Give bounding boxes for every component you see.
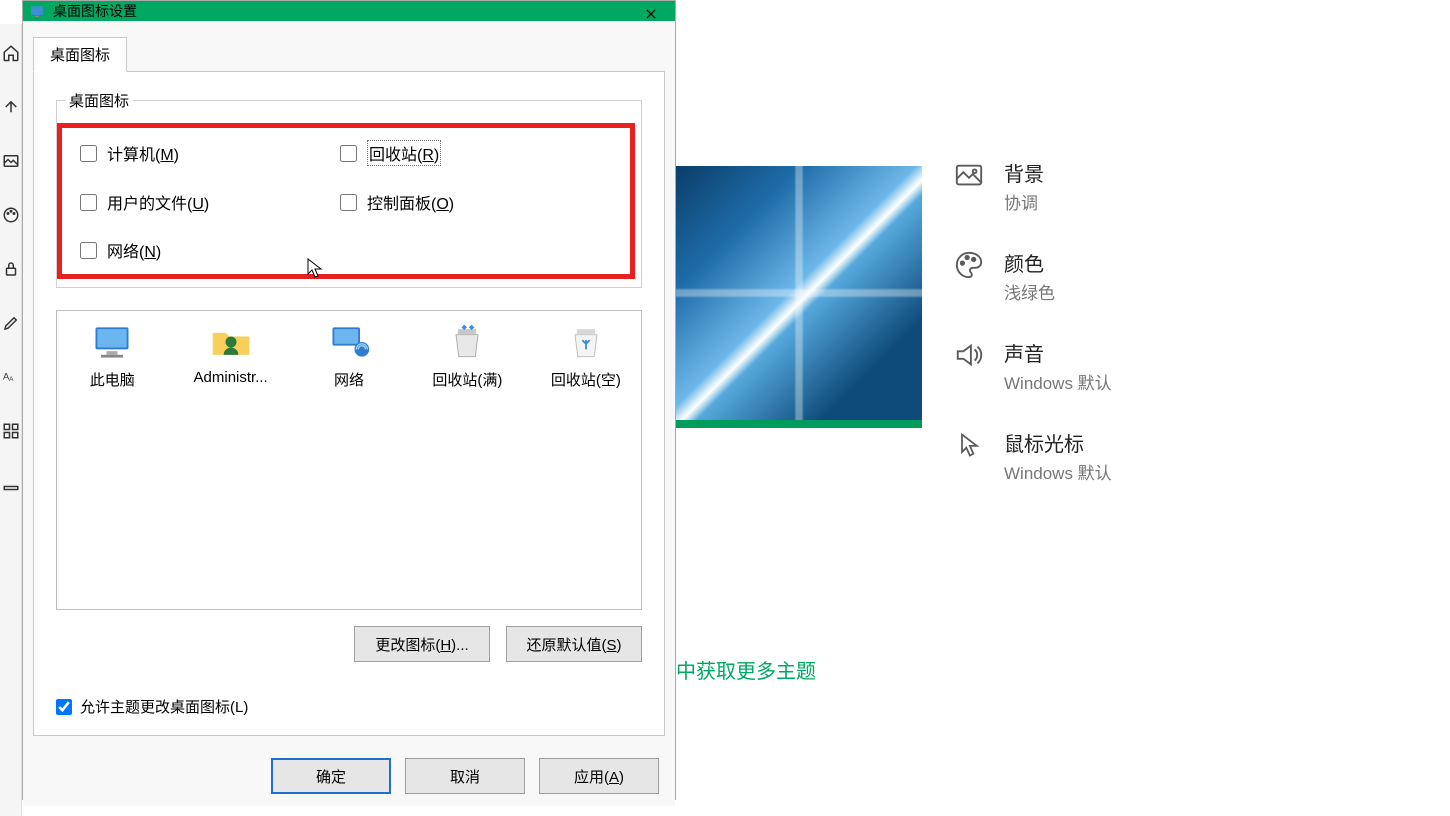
setting-title: 颜色 — [1004, 248, 1055, 277]
preview-recycle-empty[interactable]: 回收站(空) — [541, 323, 631, 390]
tab-desktop-icons[interactable]: 桌面图标 — [33, 37, 127, 72]
highlight-annotation: 计算机(M) 回收站(R) 用户的文件(U) 控制面板(O) — [57, 123, 635, 279]
change-icon-button[interactable]: 更改图标(H)... — [354, 626, 490, 662]
checkbox-network[interactable]: 网络(N) — [80, 238, 340, 262]
setting-sub: Windows 默认 — [1004, 459, 1112, 484]
preview-label: 此电脑 — [90, 369, 135, 390]
setting-title: 鼠标光标 — [1004, 428, 1112, 457]
font-icon[interactable]: AA — [2, 368, 20, 386]
dialog-title: 桌面图标设置 — [53, 1, 137, 21]
apply-button[interactable]: 应用(A) — [539, 758, 659, 794]
preview-network[interactable]: 网络 — [304, 323, 394, 390]
setting-sounds[interactable]: 声音 Windows 默认 — [952, 338, 1112, 394]
checkbox-recycle[interactable]: 回收站(R) — [340, 140, 612, 166]
titlebar[interactable]: 桌面图标设置 — [23, 1, 675, 21]
wallpaper-preview — [676, 166, 922, 428]
dialog-footer: 确定 取消 应用(A) — [23, 746, 675, 806]
setting-sub: Windows 默认 — [1004, 369, 1112, 394]
taskbar-icon[interactable] — [2, 476, 20, 494]
cursor-setting-icon — [952, 428, 986, 462]
checkbox-users-files[interactable]: 用户的文件(U) — [80, 190, 340, 214]
checkbox-computer-input[interactable] — [80, 145, 97, 162]
lock-icon[interactable] — [2, 260, 20, 278]
checkbox-network-input[interactable] — [80, 242, 97, 259]
preview-label: Administr... — [194, 369, 268, 386]
checkbox-users-files-input[interactable] — [80, 194, 97, 211]
home-icon[interactable] — [2, 44, 20, 62]
dialog-icon — [29, 3, 45, 19]
cancel-button[interactable]: 取消 — [405, 758, 525, 794]
checkbox-control-panel-input[interactable] — [340, 194, 357, 211]
allow-theme-checkbox[interactable]: 允许主题更改桌面图标(L) — [56, 696, 642, 717]
setting-sub: 协调 — [1004, 189, 1044, 214]
this-pc-icon — [90, 323, 134, 361]
user-folder-icon — [209, 323, 253, 361]
sound-icon — [952, 338, 986, 372]
preview-label: 回收站(空) — [551, 369, 621, 390]
palette-icon[interactable] — [2, 206, 20, 224]
background-icon — [952, 158, 986, 192]
icon-preview-box: 此电脑 Administr... 网络 — [56, 310, 642, 610]
preview-label: 回收站(满) — [432, 369, 502, 390]
brush-icon[interactable] — [2, 314, 20, 332]
network-icon — [327, 323, 371, 361]
group-legend: 桌面图标 — [65, 90, 133, 111]
setting-title: 声音 — [1004, 338, 1112, 367]
setting-cursor[interactable]: 鼠标光标 Windows 默认 — [952, 428, 1112, 484]
checkbox-control-panel[interactable]: 控制面板(O) — [340, 190, 612, 214]
colors-icon — [952, 248, 986, 282]
grid-icon[interactable] — [2, 422, 20, 440]
icon-group: 桌面图标 计算机(M) 回收站(R) 用户的文件(U) — [56, 90, 642, 288]
preview-label: 网络 — [334, 369, 364, 390]
restore-defaults-button[interactable]: 还原默认值(S) — [506, 626, 642, 662]
svg-text:A: A — [9, 376, 14, 383]
left-rail: AA — [0, 24, 22, 816]
desktop-icon-dialog: 桌面图标设置 桌面图标 桌面图标 计算机(M) — [22, 0, 676, 800]
recycle-full-icon — [445, 323, 489, 361]
preview-admin[interactable]: Administr... — [185, 323, 275, 386]
more-themes-link[interactable]: 中获取更多主题 — [676, 655, 816, 684]
setting-title: 背景 — [1004, 158, 1044, 187]
allow-theme-input[interactable] — [56, 699, 72, 715]
recycle-empty-icon — [564, 323, 608, 361]
close-button[interactable] — [627, 1, 675, 27]
setting-background[interactable]: 背景 协调 — [952, 158, 1112, 214]
preview-this-pc[interactable]: 此电脑 — [67, 323, 157, 390]
checkbox-recycle-input[interactable] — [340, 145, 357, 162]
setting-sub: 浅绿色 — [1004, 279, 1055, 304]
checkbox-computer[interactable]: 计算机(M) — [80, 140, 340, 166]
ok-button[interactable]: 确定 — [271, 758, 391, 794]
theme-settings-list: 背景 协调 颜色 浅绿色 声音 Windows 默认 鼠标光标 Windows … — [952, 158, 1112, 484]
image-icon[interactable] — [2, 152, 20, 170]
arrow-icon[interactable] — [2, 98, 20, 116]
preview-recycle-full[interactable]: 回收站(满) — [422, 323, 512, 390]
setting-colors[interactable]: 颜色 浅绿色 — [952, 248, 1112, 304]
